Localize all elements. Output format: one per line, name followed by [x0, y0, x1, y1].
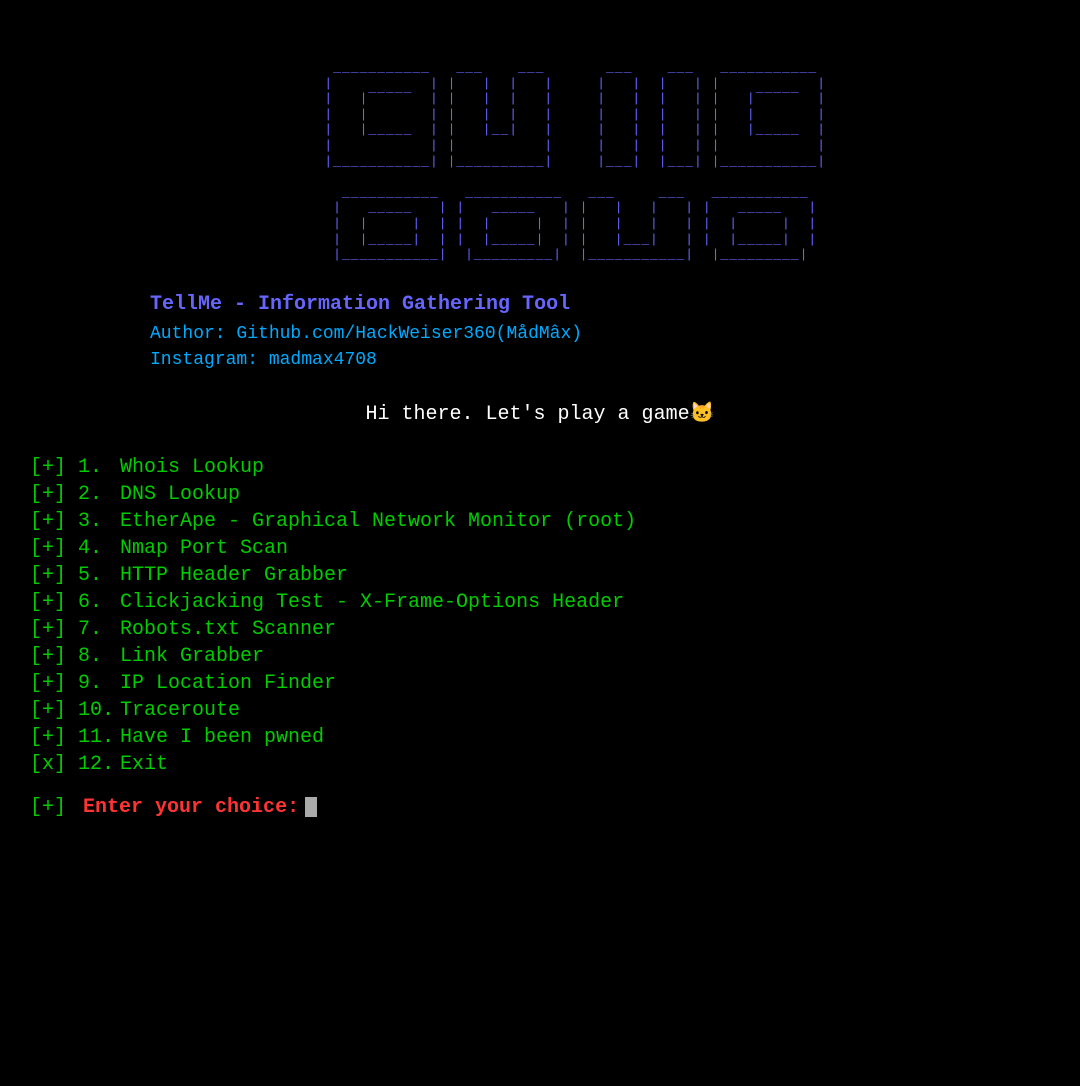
cursor-block [305, 797, 317, 817]
menu-label-2: DNS Lookup [120, 483, 240, 506]
author-line: Author: Github.com/HackWeiser360(MådMâx) [150, 324, 1060, 344]
menu-item-1[interactable]: [+] 1. Whois Lookup [30, 456, 1050, 479]
greeting-text: Hi there. Let's play a game🐱 [20, 400, 1060, 426]
header-info: TellMe - Information Gathering Tool Auth… [150, 293, 1060, 370]
menu-label-10: Traceroute [120, 699, 240, 722]
menu-label-9: IP Location Finder [120, 672, 336, 695]
menu-label-6: Clickjacking Test - X-Frame-Options Head… [120, 591, 624, 614]
menu-label-4: Nmap Port Scan [120, 537, 288, 560]
instagram-value: madmax4708 [269, 350, 377, 370]
tool-title: TellMe - Information Gathering Tool [150, 293, 1060, 316]
menu-item-5[interactable]: [+] 5. HTTP Header Grabber [30, 564, 1050, 587]
menu-label-7: Robots.txt Scanner [120, 618, 336, 641]
menu-item-10[interactable]: [+] 10. Traceroute [30, 699, 1050, 722]
menu-prefix-7: [+] 7. [30, 618, 120, 641]
menu-section: [+] 1. Whois Lookup [+] 2. DNS Lookup [+… [20, 456, 1060, 776]
instagram-line: Instagram: madmax4708 [150, 350, 1060, 370]
author-value: Github.com/HackWeiser360(MådMâx) [236, 324, 582, 344]
prompt-prefix: [+] [30, 796, 66, 819]
menu-item-3[interactable]: [+] 3. EtherApe - Graphical Network Moni… [30, 510, 1050, 533]
menu-item-4[interactable]: [+] 4. Nmap Port Scan [30, 537, 1050, 560]
ascii-logo: ___________ ___ ___ ___ ___ ___________ … [254, 60, 826, 263]
menu-item-11[interactable]: [+] 11. Have I been pwned [30, 726, 1050, 749]
menu-prefix-1: [+] 1. [30, 456, 120, 479]
menu-label-1: Whois Lookup [120, 456, 264, 479]
menu-prefix-9: [+] 9. [30, 672, 120, 695]
menu-label-12: Exit [120, 753, 168, 776]
menu-item-12[interactable]: [x] 12. Exit [30, 753, 1050, 776]
menu-prefix-5: [+] 5. [30, 564, 120, 587]
prompt-section[interactable]: [+] Enter your choice: [20, 796, 1060, 819]
instagram-label: Instagram: [150, 350, 269, 370]
menu-prefix-6: [+] 6. [30, 591, 120, 614]
choice-input[interactable] [317, 796, 347, 819]
menu-prefix-3: [+] 3. [30, 510, 120, 533]
menu-item-9[interactable]: [+] 9. IP Location Finder [30, 672, 1050, 695]
menu-prefix-8: [+] 8. [30, 645, 120, 668]
menu-prefix-12: [x] 12. [30, 753, 120, 776]
menu-prefix-4: [+] 4. [30, 537, 120, 560]
menu-label-8: Link Grabber [120, 645, 264, 668]
menu-prefix-10: [+] 10. [30, 699, 120, 722]
menu-prefix-2: [+] 2. [30, 483, 120, 506]
menu-item-2[interactable]: [+] 2. DNS Lookup [30, 483, 1050, 506]
prompt-label: Enter your choice: [71, 796, 299, 819]
menu-prefix-11: [+] 11. [30, 726, 120, 749]
author-label: Author: [150, 324, 236, 344]
menu-label-3: EtherApe - Graphical Network Monitor (ro… [120, 510, 636, 533]
logo-section: ___________ ___ ___ ___ ___ ___________ … [20, 60, 1060, 263]
menu-label-5: HTTP Header Grabber [120, 564, 348, 587]
menu-item-8[interactable]: [+] 8. Link Grabber [30, 645, 1050, 668]
menu-label-11: Have I been pwned [120, 726, 324, 749]
menu-item-7[interactable]: [+] 7. Robots.txt Scanner [30, 618, 1050, 641]
menu-item-6[interactable]: [+] 6. Clickjacking Test - X-Frame-Optio… [30, 591, 1050, 614]
